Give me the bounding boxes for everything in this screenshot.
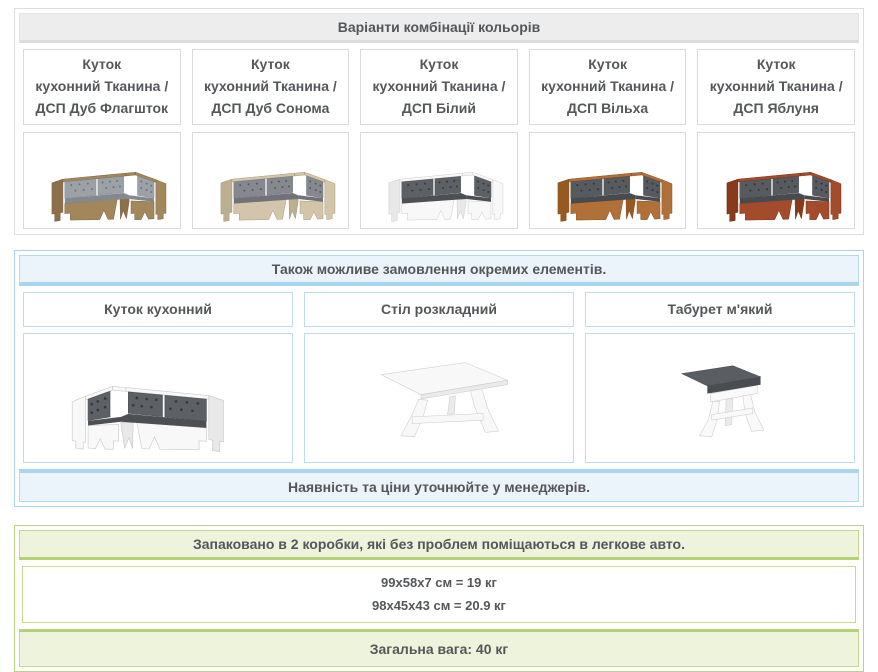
variant-title-row: Куток кухонний Тканина / ДСП Дуб Флагшто… xyxy=(19,43,859,126)
variant-image-vilkha[interactable] xyxy=(529,132,687,229)
color-variants-heading: Варіанти комбінації кольорів xyxy=(19,13,859,43)
product-details-page: Варіанти комбінації кольорів Куток кухон… xyxy=(0,0,878,672)
separate-elements-panel: Також можливе замовлення окремих елемент… xyxy=(14,250,864,507)
packaging-panel: Запаковано в 2 коробки, які без проблем … xyxy=(14,525,864,672)
element-image-corner-bench[interactable] xyxy=(23,333,293,463)
variant-image-yablunya[interactable] xyxy=(697,132,855,229)
element-title-corner-bench: Куток кухонний xyxy=(23,292,293,327)
element-image-folding-table[interactable] xyxy=(304,333,574,463)
stool-image xyxy=(653,337,786,459)
variant-title-bilyi: Куток кухонний Тканина / ДСП Білий xyxy=(360,49,518,125)
corner-bench-image xyxy=(28,135,175,227)
element-title-folding-table: Стіл розкладний xyxy=(304,292,574,327)
total-weight: Загальна вага: 40 кг xyxy=(19,629,859,667)
corner-bench-illustration xyxy=(197,135,344,227)
corner-bench-image xyxy=(703,135,850,227)
element-title-row: Куток кухонний Стіл розкладний Табурет м… xyxy=(19,286,859,327)
box-dimensions-2: 98х45х43 см = 20.9 кг xyxy=(23,594,855,617)
color-variants-panel: Варіанти комбінації кольорів Куток кухон… xyxy=(14,8,864,235)
separate-elements-heading: Також можливе замовлення окремих елемент… xyxy=(19,255,859,286)
variant-image-bilyi[interactable] xyxy=(360,132,518,229)
availability-note: Наявність та ціни уточнюйте у менеджерів… xyxy=(19,469,859,502)
element-title-stool: Табурет м'який xyxy=(585,292,855,327)
corner-bench-image xyxy=(534,135,681,227)
corner-bench-image xyxy=(365,135,512,227)
corner-bench-image xyxy=(197,135,344,227)
element-image-stool[interactable] xyxy=(585,333,855,463)
box-dimensions-1: 99х58х7 см = 19 кг xyxy=(23,571,855,594)
variant-title-flagshtok: Куток кухонний Тканина / ДСП Дуб Флагшто… xyxy=(23,49,181,125)
corner-bench-illustration xyxy=(703,135,850,227)
variant-image-sonoma[interactable] xyxy=(192,132,350,229)
element-image-row xyxy=(19,327,859,463)
corner-bench-illustration xyxy=(60,337,255,459)
variant-title-yablunya: Куток кухонний Тканина / ДСП Яблуня xyxy=(697,49,855,125)
packaging-heading: Запаковано в 2 коробки, які без проблем … xyxy=(19,530,859,560)
corner-bench-image xyxy=(60,337,255,459)
corner-bench-illustration xyxy=(365,135,512,227)
corner-bench-illustration xyxy=(534,135,681,227)
variant-title-vilkha: Куток кухонний Тканина / ДСП Вільха xyxy=(529,49,687,125)
variant-title-sonoma: Куток кухонний Тканина / ДСП Дуб Сонома xyxy=(192,49,350,125)
stool-illustration xyxy=(653,337,786,459)
variant-image-row xyxy=(19,126,859,230)
corner-bench-illustration xyxy=(28,135,175,227)
folding-table-image xyxy=(350,337,527,459)
folding-table-illustration xyxy=(350,337,527,459)
variant-image-flagshtok[interactable] xyxy=(23,132,181,229)
box-dimensions-list: 99х58х7 см = 19 кг 98х45х43 см = 20.9 кг xyxy=(22,566,856,623)
